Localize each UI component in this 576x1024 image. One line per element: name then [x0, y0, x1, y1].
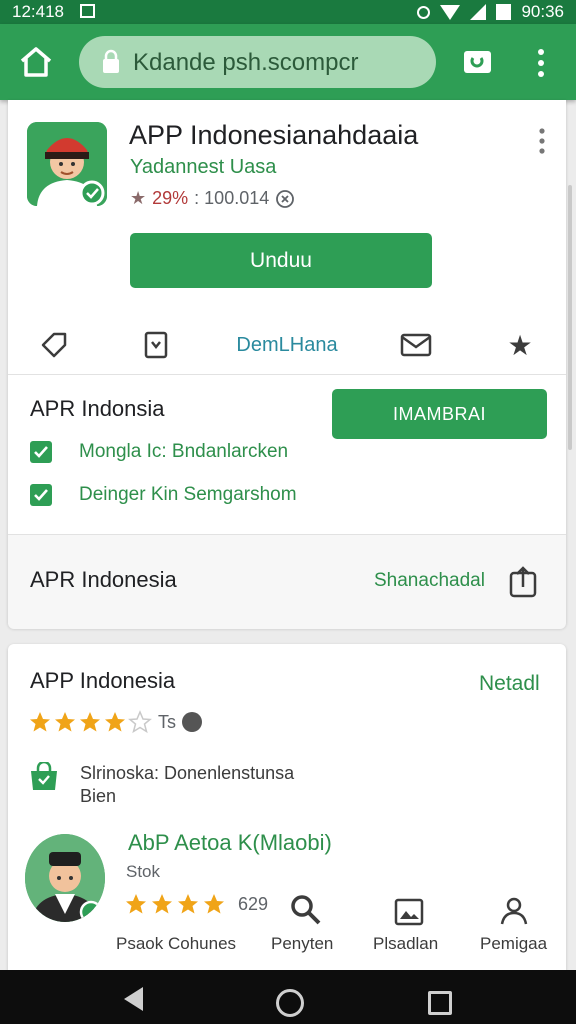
featured-rating: 629: [124, 892, 268, 916]
battery-icon: [496, 4, 512, 20]
rating-stars: [28, 710, 152, 734]
bookmark-icon: [144, 331, 168, 359]
home-nav-icon[interactable]: [276, 989, 304, 1017]
star-icon: [55, 712, 75, 732]
star-icon: ★: [130, 188, 147, 208]
rating-percent: 29%: [152, 188, 189, 208]
star-icon: [126, 894, 146, 914]
status-bar: 12:418 90:36: [0, 0, 576, 24]
tab-item[interactable]: Psaok Cohunes: [116, 934, 236, 954]
featured-avatar[interactable]: [25, 834, 105, 922]
share-title: APR Indonesia: [30, 567, 177, 592]
tab-item[interactable]: Penyten: [271, 934, 333, 954]
overflow-menu-icon[interactable]: [535, 48, 547, 78]
rating-text: Ts: [158, 711, 176, 732]
url-text: Kdande psh.scompcr: [133, 49, 359, 76]
divider: [8, 374, 566, 375]
info-icon[interactable]: [275, 189, 295, 209]
star-half-icon: [128, 710, 152, 734]
rating-row: Ts: [28, 710, 202, 734]
checklist-item[interactable]: Deinger Kin Semgarshom: [30, 484, 297, 506]
details-card: APP Indonesia Netadl Ts Slrinoska: Donen…: [8, 644, 566, 984]
star-icon: [178, 894, 198, 914]
rating-count: : 100.014: [194, 188, 270, 208]
bookmark-button[interactable]: [138, 320, 174, 370]
share-link[interactable]: Shanachadal: [374, 570, 485, 592]
star-icon: [204, 894, 224, 914]
mail-icon: [400, 333, 432, 357]
detail-link[interactable]: Netadl: [479, 672, 540, 696]
featured-sub: Stok: [126, 862, 161, 881]
share-icon[interactable]: [508, 565, 538, 599]
person-icon[interactable]: [498, 896, 530, 926]
star-icon: [152, 894, 172, 914]
action-label-button[interactable]: DemLHana: [222, 320, 352, 370]
details-title: APP Indonesia: [30, 668, 176, 693]
app-more-icon[interactable]: [538, 128, 546, 154]
checklist-item[interactable]: Mongla Ic: Bndanlarcken: [30, 441, 288, 463]
status-icons: 90:36: [417, 2, 564, 22]
star-icon: [30, 712, 50, 732]
featured-count: 629: [238, 893, 269, 914]
install-button[interactable]: Unduu: [130, 233, 432, 288]
checklist-label: Mongla Ic: Bndanlarcken: [79, 441, 289, 462]
gallery-icon[interactable]: [394, 898, 424, 926]
checklist-label: Deinger Kin Semgarshom: [79, 484, 297, 505]
tag-icon: [41, 332, 67, 358]
mail-button[interactable]: [398, 320, 434, 370]
home-icon[interactable]: [18, 44, 54, 80]
share-row: APR Indonesia Shanachadal: [8, 534, 566, 629]
recents-icon[interactable]: [428, 991, 452, 1015]
navigation-bar: [0, 970, 576, 1024]
tag-button[interactable]: [36, 320, 72, 370]
app-icon: [27, 122, 107, 206]
status-time: 12:418: [12, 2, 64, 21]
avatar-illustration: [27, 122, 107, 206]
checkbox-checked-icon[interactable]: [30, 441, 52, 463]
notification-icon: [80, 4, 95, 18]
featured-tabs: Psaok Cohunes Penyten Plsadlan Pemigaa: [8, 934, 566, 964]
star-icon: [80, 712, 100, 732]
info-line: Slrinoska: Donenlenstunsa: [80, 763, 295, 783]
tab-item[interactable]: Pemigaa: [480, 934, 547, 954]
featured-name[interactable]: AbP Aetoa K(Mlaobi): [128, 830, 332, 856]
url-bar[interactable]: Kdande psh.scompcr: [79, 36, 436, 88]
tab-switcher-icon[interactable]: [463, 48, 492, 75]
lock-icon: [103, 49, 119, 73]
action-bar: DemLHana ★: [8, 320, 566, 370]
app-card: APP Indonesianahdaaia Yadannest Uasa ★ 2…: [8, 100, 566, 629]
developer-name[interactable]: Yadannest Uasa: [130, 156, 276, 179]
search-icon[interactable]: [288, 892, 322, 926]
back-icon[interactable]: [124, 987, 143, 1011]
avatar-illustration: [25, 834, 105, 922]
shop-icon: [31, 762, 57, 790]
info-block: Slrinoska: Donenlenstunsa Bien: [28, 762, 294, 808]
star-icon: ★: [507, 329, 533, 361]
wifi-icon: [440, 4, 461, 20]
status-clock: 90:36: [521, 2, 564, 21]
section-title: APR Indonsia: [30, 396, 165, 421]
featured-stars: [124, 892, 226, 916]
alarm-icon: [417, 5, 431, 19]
app-title: APP Indonesianahdaaia: [129, 120, 419, 150]
action-label: DemLHana: [236, 333, 338, 356]
favorite-button[interactable]: ★: [502, 320, 538, 370]
cta-button[interactable]: IMAMBRAI: [332, 389, 547, 439]
signal-icon: [470, 4, 487, 20]
browser-toolbar: Kdande psh.scompcr: [0, 24, 576, 100]
star-icon: [105, 712, 125, 732]
checkbox-checked-icon[interactable]: [30, 484, 52, 506]
rating-summary: ★ 29% : 100.014: [130, 188, 295, 209]
tab-item[interactable]: Plsadlan: [373, 934, 438, 954]
info-line: Bien: [80, 786, 117, 806]
location-icon: [182, 712, 202, 732]
scrollbar[interactable]: [568, 185, 572, 450]
